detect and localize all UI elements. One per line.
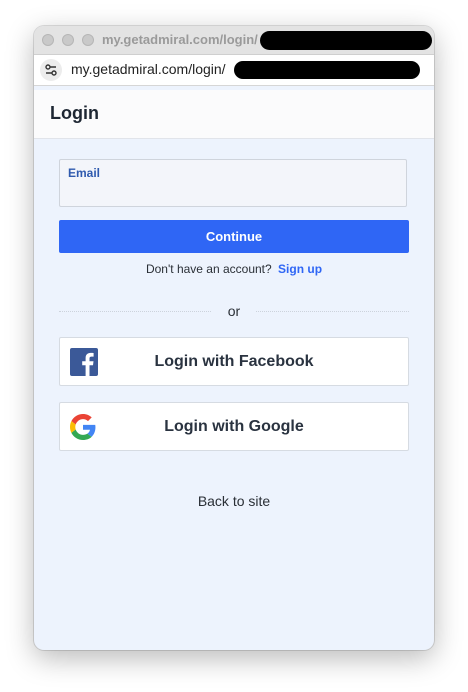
redaction-mark xyxy=(234,61,420,79)
sign-up-link[interactable]: Sign up xyxy=(278,262,322,276)
close-window-button[interactable] xyxy=(42,34,54,46)
email-input[interactable] xyxy=(68,182,398,202)
back-to-site-link[interactable]: Back to site xyxy=(34,493,434,509)
title-bar: my.getadmiral.com/login/ xyxy=(34,26,434,55)
no-account-text: Don't have an account? xyxy=(145,262,272,276)
facebook-login-button[interactable]: Login with Facebook xyxy=(59,337,409,386)
address-bar[interactable]: my.getadmiral.com/login/ xyxy=(34,55,434,86)
maximize-window-button[interactable] xyxy=(82,34,94,46)
continue-button[interactable]: Continue xyxy=(59,220,409,253)
page-header: Login xyxy=(34,90,434,139)
minimize-window-button[interactable] xyxy=(62,34,74,46)
tune-icon[interactable] xyxy=(40,59,62,81)
facebook-login-label: Login with Facebook xyxy=(154,353,314,370)
browser-window: my.getadmiral.com/login/ my.getadmiral.c… xyxy=(34,26,434,650)
divider-right xyxy=(256,311,409,312)
redaction-mark xyxy=(260,31,432,50)
page-title: Login xyxy=(50,103,99,123)
google-login-button[interactable]: Login with Google xyxy=(59,402,409,451)
email-field[interactable]: Email xyxy=(59,159,407,207)
signup-prompt: Don't have an account? Sign up xyxy=(34,262,434,276)
url-text[interactable]: my.getadmiral.com/login/ xyxy=(71,61,226,77)
google-login-label: Login with Google xyxy=(164,418,304,435)
email-label: Email xyxy=(68,166,101,180)
window-title: my.getadmiral.com/login/ xyxy=(102,32,258,47)
